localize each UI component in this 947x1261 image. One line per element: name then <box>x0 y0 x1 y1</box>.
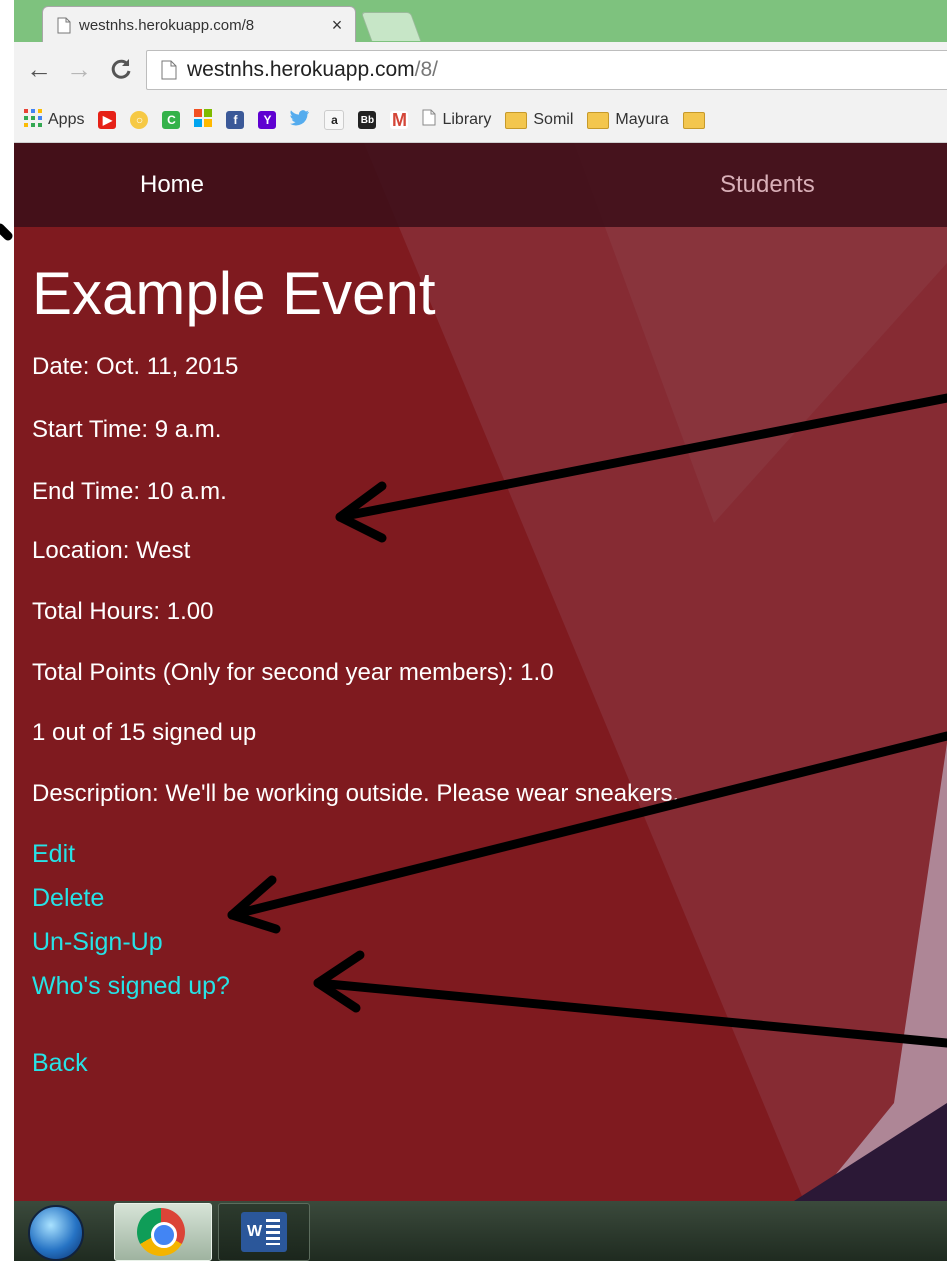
facebook-icon: f <box>226 111 245 129</box>
back-arrow-icon[interactable]: ← <box>22 52 56 86</box>
bookmark-apps[interactable]: Apps <box>24 108 85 132</box>
circle-icon: ○ <box>130 111 149 129</box>
browser-toolbar: ← → westnhs.herokuapp.com/8/ <box>14 42 947 99</box>
bookmark-folder-overflow[interactable] <box>682 111 705 129</box>
bookmark-blackboard[interactable]: Bb <box>358 111 377 129</box>
event-date: Date: Oct. 11, 2015 <box>32 353 239 380</box>
page-icon <box>57 17 71 34</box>
reload-icon[interactable] <box>104 52 138 86</box>
event-end-time: End Time: 10 a.m. <box>32 478 227 505</box>
bookmark-label: Somil <box>533 111 574 128</box>
event-start-time: Start Time: 9 a.m. <box>32 416 222 443</box>
blackboard-icon: Bb <box>358 111 377 129</box>
screenshot-frame: westnhs.herokuapp.com/8 × ← → westnhs.he… <box>0 0 947 1261</box>
bookmark-windows[interactable] <box>194 108 213 132</box>
event-description: Description: We'll be working outside. P… <box>32 780 680 807</box>
new-tab-button[interactable] <box>360 12 422 41</box>
youtube-icon: ▶ <box>98 111 117 129</box>
windows-taskbar: W <box>14 1201 947 1261</box>
delete-link[interactable]: Delete <box>32 884 104 913</box>
bookmark-somil[interactable]: Somil <box>505 111 573 129</box>
nav-students-link[interactable]: Students <box>720 171 815 199</box>
bookmarks-bar: Apps ▶ ○ C f Y a Bb M Library Somil Mayu… <box>14 98 947 143</box>
bookmark-gmail[interactable]: M <box>390 109 409 130</box>
bookmark-label: Apps <box>48 111 85 128</box>
page-icon <box>161 60 177 80</box>
yahoo-icon: Y <box>258 111 277 129</box>
event-total-hours: Total Hours: 1.00 <box>32 598 214 625</box>
bookmark-label: Mayura <box>615 111 669 128</box>
twitter-icon <box>290 109 310 132</box>
nav-home-link[interactable]: Home <box>140 171 204 199</box>
event-title: Example Event <box>32 260 436 327</box>
word-icon: W <box>241 1212 287 1252</box>
web-page: Home Students Example Event Date: Oct. 1… <box>14 143 947 1201</box>
url-host: westnhs.herokuapp.com <box>187 58 415 81</box>
bookmark-amazon[interactable]: a <box>324 110 345 130</box>
folder-icon <box>587 111 610 129</box>
bookmark-circle[interactable]: ○ <box>130 111 149 129</box>
forward-arrow-icon[interactable]: → <box>62 52 96 86</box>
folder-icon <box>682 111 705 129</box>
bookmark-label: Library <box>442 111 492 128</box>
windows-icon <box>194 108 213 132</box>
tab-title: westnhs.herokuapp.com/8 <box>79 16 255 34</box>
browser-titlebar: westnhs.herokuapp.com/8 × <box>14 0 947 43</box>
page-icon <box>422 109 436 131</box>
bookmark-youtube[interactable]: ▶ <box>98 111 117 129</box>
unsignup-link[interactable]: Un-Sign-Up <box>32 928 163 957</box>
taskbar-chrome-button[interactable] <box>114 1203 212 1261</box>
address-bar[interactable]: westnhs.herokuapp.com/8/ <box>146 50 947 90</box>
bookmark-yahoo[interactable]: Y <box>258 111 277 129</box>
back-link[interactable]: Back <box>32 1049 88 1078</box>
event-location: Location: West <box>32 537 191 564</box>
bookmark-c[interactable]: C <box>162 111 181 129</box>
whos-signed-up-link[interactable]: Who's signed up? <box>32 972 230 1001</box>
bookmark-twitter[interactable] <box>290 109 310 132</box>
left-margin <box>0 0 14 1261</box>
apps-grid-icon <box>24 108 42 132</box>
event-total-points: Total Points (Only for second year membe… <box>32 659 554 686</box>
url-path: /8/ <box>414 58 438 81</box>
bookmark-mayura[interactable]: Mayura <box>587 111 669 129</box>
gmail-icon: M <box>390 109 409 130</box>
bookmark-facebook[interactable]: f <box>226 111 245 129</box>
site-navbar: Home Students <box>14 143 947 227</box>
c-icon: C <box>162 111 181 129</box>
folder-icon <box>505 111 528 129</box>
browser-tab[interactable]: westnhs.herokuapp.com/8 × <box>42 6 356 43</box>
chrome-icon <box>137 1208 185 1256</box>
amazon-icon: a <box>324 110 345 130</box>
close-tab-icon[interactable]: × <box>325 15 349 36</box>
bookmark-library[interactable]: Library <box>422 109 491 131</box>
edit-link[interactable]: Edit <box>32 840 75 869</box>
event-signup-count: 1 out of 15 signed up <box>32 719 257 746</box>
taskbar-word-button[interactable]: W <box>218 1203 310 1261</box>
windows-start-icon[interactable] <box>28 1205 84 1261</box>
